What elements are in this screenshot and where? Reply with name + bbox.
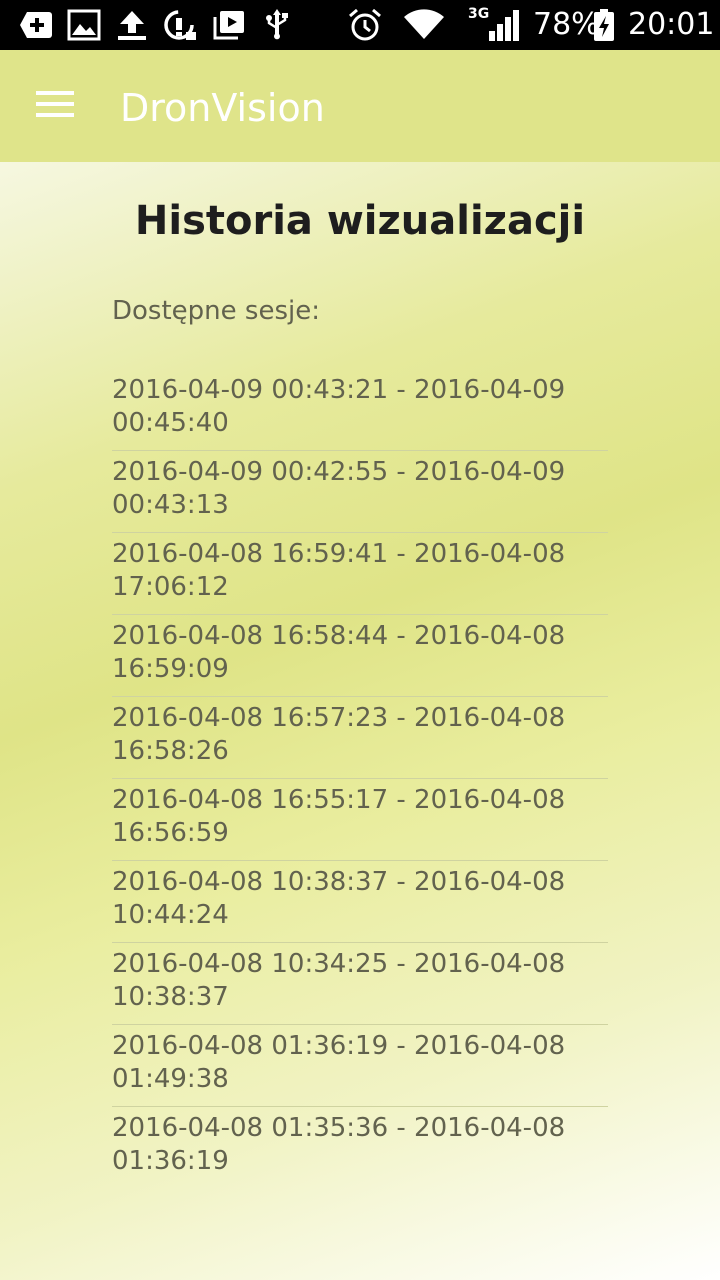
- session-range-end: 10:44:24: [112, 900, 229, 930]
- session-range-start: 2016-04-09 00:42:55 - 2016-04-09: [112, 457, 566, 487]
- sync-icon: [161, 8, 199, 42]
- session-range-start: 2016-04-08 16:59:41 - 2016-04-08: [112, 539, 566, 569]
- session-range-start: 2016-04-08 16:55:17 - 2016-04-08: [112, 785, 566, 815]
- session-range-start: 2016-04-08 16:58:44 - 2016-04-08: [112, 621, 566, 651]
- session-range-end: 16:59:09: [112, 654, 229, 684]
- menu-button[interactable]: [24, 74, 88, 138]
- session-range-end: 16:56:59: [112, 818, 229, 848]
- page-title: Historia wizualizacji: [134, 198, 586, 244]
- video-library-icon: [211, 8, 247, 42]
- session-range-end: 17:06:12: [112, 572, 229, 602]
- wifi-icon: [402, 8, 446, 42]
- add-box-icon: [18, 8, 54, 42]
- status-bar: 3G 78% 20:01: [0, 0, 720, 50]
- alarm-icon: [346, 8, 384, 42]
- session-range-end: 10:38:37: [112, 982, 229, 1012]
- session-range-start: 2016-04-08 16:57:23 - 2016-04-08: [112, 703, 566, 733]
- session-range-end: 01:36:19: [112, 1146, 229, 1176]
- signal-3g-icon: 3G: [466, 6, 522, 42]
- session-range-end: 00:45:40: [112, 408, 229, 438]
- usb-icon: [262, 8, 292, 42]
- session-range-start: 2016-04-08 10:38:37 - 2016-04-08: [112, 867, 566, 897]
- upload-icon: [114, 8, 150, 42]
- session-range-end: 00:43:13: [112, 490, 229, 520]
- app-title: DronVision: [120, 86, 325, 130]
- sessions-label: Dostępne sesje:: [112, 296, 320, 326]
- session-list-item[interactable]: 2016-04-08 10:34:25 - 2016-04-08 10:38:37: [112, 943, 608, 1025]
- clock-time: 20:01: [628, 7, 715, 42]
- session-range-start: 2016-04-08 01:36:19 - 2016-04-08: [112, 1031, 566, 1061]
- session-range-end: 16:58:26: [112, 736, 229, 766]
- session-list-item[interactable]: 2016-04-08 01:35:36 - 2016-04-08 01:36:19: [112, 1107, 608, 1189]
- session-list-item[interactable]: 2016-04-08 01:36:19 - 2016-04-08 01:49:38: [112, 1025, 608, 1107]
- session-list-item[interactable]: 2016-04-08 16:58:44 - 2016-04-08 16:59:09: [112, 615, 608, 697]
- session-range-start: 2016-04-09 00:43:21 - 2016-04-09: [112, 375, 566, 405]
- session-range-end: 01:49:38: [112, 1064, 229, 1094]
- session-list-item[interactable]: 2016-04-08 16:55:17 - 2016-04-08 16:56:59: [112, 779, 608, 861]
- session-list-item[interactable]: 2016-04-08 10:38:37 - 2016-04-08 10:44:24: [112, 861, 608, 943]
- session-list-item[interactable]: 2016-04-09 00:42:55 - 2016-04-09 00:43:13: [112, 451, 608, 533]
- screen: 3G 78% 20:01 DronVision Historia wizuali…: [0, 0, 720, 1280]
- session-list-item[interactable]: 2016-04-09 00:43:21 - 2016-04-09 00:45:40: [112, 370, 608, 451]
- session-list: 2016-04-09 00:43:21 - 2016-04-09 00:45:40…: [112, 370, 608, 1189]
- session-list-item[interactable]: 2016-04-08 16:57:23 - 2016-04-08 16:58:26: [112, 697, 608, 779]
- battery-charging-icon: [592, 8, 616, 42]
- hamburger-menu-icon: [36, 89, 76, 124]
- session-list-item[interactable]: 2016-04-08 16:59:41 - 2016-04-08 17:06:12: [112, 533, 608, 615]
- app-bar: DronVision: [0, 50, 720, 162]
- session-range-start: 2016-04-08 10:34:25 - 2016-04-08: [112, 949, 566, 979]
- session-range-start: 2016-04-08 01:35:36 - 2016-04-08: [112, 1113, 566, 1143]
- image-icon: [66, 8, 102, 42]
- battery-percentage: 78%: [533, 7, 600, 42]
